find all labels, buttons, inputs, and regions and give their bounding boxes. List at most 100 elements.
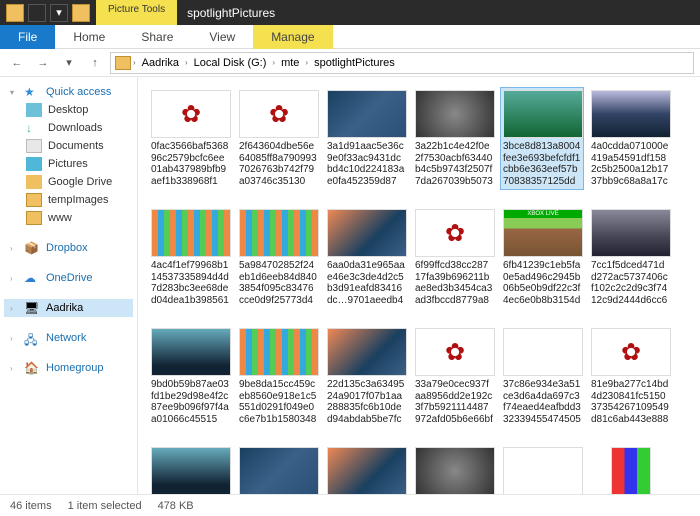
dropbox-item[interactable]: ›Dropbox [4, 239, 133, 257]
thumbnail [611, 447, 651, 494]
file-name: 2f643604dbe56e64085ff8a7909937026763b742… [239, 141, 317, 187]
up-button[interactable]: ↑ [84, 52, 106, 74]
manage-tab[interactable]: Manage [253, 25, 332, 49]
breadcrumb-seg[interactable]: mte [277, 57, 303, 69]
thumbnail [239, 447, 319, 494]
qat-item-icon[interactable] [28, 4, 46, 22]
homegroup-item[interactable]: ›Homegroup [4, 359, 133, 377]
qat-folder-icon-2[interactable] [72, 4, 90, 22]
sidebar-item-documents[interactable]: Documents [4, 137, 133, 155]
file-item[interactable]: 3a22b1c4e42f0e2f7530acbf63440b4c5b9743f2… [412, 87, 496, 190]
sidebar-item-pictures[interactable]: Pictures [4, 155, 133, 173]
file-item[interactable] [236, 444, 320, 494]
file-item[interactable] [588, 444, 672, 494]
sidebar-item-label: Google Drive [48, 176, 112, 188]
dropbox-label: Dropbox [46, 242, 88, 254]
file-name: 7cc1f5dced471dd272ac5737406cf102c2c2d9c3… [591, 260, 669, 306]
breadcrumb-seg[interactable]: Local Disk (G:) [190, 57, 271, 69]
file-name: 81e9ba277c14bd4d230841fc5150373542671095… [591, 379, 669, 425]
file-item[interactable]: 33a79e0cec937faa8956dd2e192c3f7b59211144… [412, 325, 496, 428]
file-name: 6f99ffcd38cc28717fa39b696211bae8ed3b3454… [415, 260, 493, 306]
file-item[interactable] [412, 444, 496, 494]
file-name: 3bce8d813a8004fee3e693befcfdf1cbb6e363ee… [503, 141, 581, 187]
pic-icon [26, 157, 42, 171]
file-item[interactable]: 4ac4f1ef79968b114537335894d4d7d283bc3ee6… [148, 206, 232, 309]
file-item[interactable]: 9bd0b59b87ae03fd1be29d98e4f2c87ee9b096f9… [148, 325, 232, 428]
thumbnail [151, 209, 231, 257]
onedrive-item[interactable]: ›OneDrive [4, 269, 133, 287]
thumbnail [151, 328, 231, 376]
view-tab[interactable]: View [191, 25, 253, 49]
file-name: 9bd0b59b87ae03fd1be29d98e4f2c87ee9b096f9… [151, 379, 229, 425]
sidebar-item-google-drive[interactable]: Google Drive [4, 173, 133, 191]
file-name: 6fb41239c1eb5fa0e5ad496c2945b06b5e0b9df2… [503, 260, 581, 306]
file-item[interactable]: 7cc1f5dced471dd272ac5737406cf102c2c2d9c3… [588, 206, 672, 309]
titlebar: ▾ Picture Tools spotlightPictures [0, 0, 700, 25]
forward-button[interactable]: → [32, 52, 54, 74]
thumbnail [503, 90, 583, 138]
qat-folder-icon[interactable] [6, 4, 24, 22]
network-icon [24, 331, 40, 345]
file-name: 37c86e934e3a51ce3d6a4da697c3f74eaed4eafb… [503, 379, 581, 425]
file-item[interactable]: 0fac3566baf536896c2579bcfc6ee01ab437989b… [148, 87, 232, 190]
file-item[interactable]: 6aa0da31e965aae46e3c3de4d2c5b3d91eafd834… [324, 206, 408, 309]
file-item[interactable] [148, 444, 232, 494]
ribbon: File Home Share View Manage [0, 25, 700, 49]
recent-dropdown[interactable]: ▾ [58, 52, 80, 74]
aadrika-item[interactable]: ›Aadrika [4, 299, 133, 317]
star-icon [24, 85, 40, 99]
file-name: 22d135c3a6349524a9017f07b1aa288835fc6b10… [327, 379, 405, 425]
file-item[interactable]: 2f643604dbe56e64085ff8a7909937026763b742… [236, 87, 320, 190]
file-item[interactable]: 6fb41239c1eb5fa0e5ad496c2945b06b5e0b9df2… [500, 206, 584, 309]
network-item[interactable]: ›Network [4, 329, 133, 347]
file-name: 5a984702852f24eb1d6eeb84d8403854f095c834… [239, 260, 317, 306]
picture-tools-tab[interactable]: Picture Tools [96, 0, 177, 25]
sidebar-item-desktop[interactable]: Desktop [4, 101, 133, 119]
sidebar-item-label: Pictures [48, 158, 88, 170]
back-button[interactable]: ← [6, 52, 28, 74]
file-item[interactable]: 3a1d91aac5e36c9e0f33ac9431dcbd4c10d22418… [324, 87, 408, 190]
thumbnail [415, 328, 495, 376]
breadcrumb[interactable]: › Aadrika› Local Disk (G:)› mte› spotlig… [110, 52, 694, 74]
file-item[interactable] [500, 444, 584, 494]
file-item[interactable]: 3bce8d813a8004fee3e693befcfdf1cbb6e363ee… [500, 87, 584, 190]
file-item[interactable]: 37c86e934e3a51ce3d6a4da697c3f74eaed4eafb… [500, 325, 584, 428]
quick-access-label: Quick access [46, 86, 111, 98]
thumbnail [327, 447, 407, 494]
thumbnail [151, 90, 231, 138]
fld-icon [26, 193, 42, 207]
file-tab[interactable]: File [0, 25, 55, 49]
qat-drop-icon[interactable]: ▾ [50, 4, 68, 22]
thumbnail [591, 328, 671, 376]
file-item[interactable]: 5a984702852f24eb1d6eeb84d8403854f095c834… [236, 206, 320, 309]
breadcrumb-seg[interactable]: spotlightPictures [310, 57, 399, 69]
desk-icon [26, 103, 42, 117]
thumbnail [239, 90, 319, 138]
file-item[interactable]: 6f99ffcd38cc28717fa39b696211bae8ed3b3454… [412, 206, 496, 309]
file-item[interactable]: 4a0cdda071000e419a54591df1582c5b2500a12b… [588, 87, 672, 190]
thumbnail [503, 447, 583, 494]
file-item[interactable]: 81e9ba277c14bd4d230841fc5150373542671095… [588, 325, 672, 428]
thumbnail [415, 447, 495, 494]
thumbnail [239, 209, 319, 257]
quick-access-header[interactable]: ▾Quick access [4, 83, 133, 101]
file-item[interactable]: 22d135c3a6349524a9017f07b1aa288835fc6b10… [324, 325, 408, 428]
sidebar-item-downloads[interactable]: Downloads [4, 119, 133, 137]
file-name: 6aa0da31e965aae46e3c3de4d2c5b3d91eafd834… [327, 260, 405, 306]
file-item[interactable]: 9be8da15cc459ceb8560e918e1c5551d0291f049… [236, 325, 320, 428]
thumbnail [415, 90, 495, 138]
file-name: 4ac4f1ef79968b114537335894d4d7d283bc3ee6… [151, 260, 229, 306]
thumbnail [151, 447, 231, 494]
share-tab[interactable]: Share [123, 25, 191, 49]
sidebar-item-www[interactable]: www [4, 209, 133, 227]
file-list[interactable]: 0fac3566baf536896c2579bcfc6ee01ab437989b… [138, 77, 700, 494]
sidebar-item-tempimages[interactable]: tempImages [4, 191, 133, 209]
breadcrumb-seg[interactable]: Aadrika [138, 57, 183, 69]
thumbnail [415, 209, 495, 257]
home-tab[interactable]: Home [55, 25, 123, 49]
file-item[interactable] [324, 444, 408, 494]
file-name: 0fac3566baf536896c2579bcfc6ee01ab437989b… [151, 141, 229, 187]
body: ▾Quick access DesktopDownloadsDocuments P… [0, 77, 700, 494]
status-bar: 46 items 1 item selected 478 KB [0, 494, 700, 516]
sidebar-item-label: www [48, 212, 72, 224]
